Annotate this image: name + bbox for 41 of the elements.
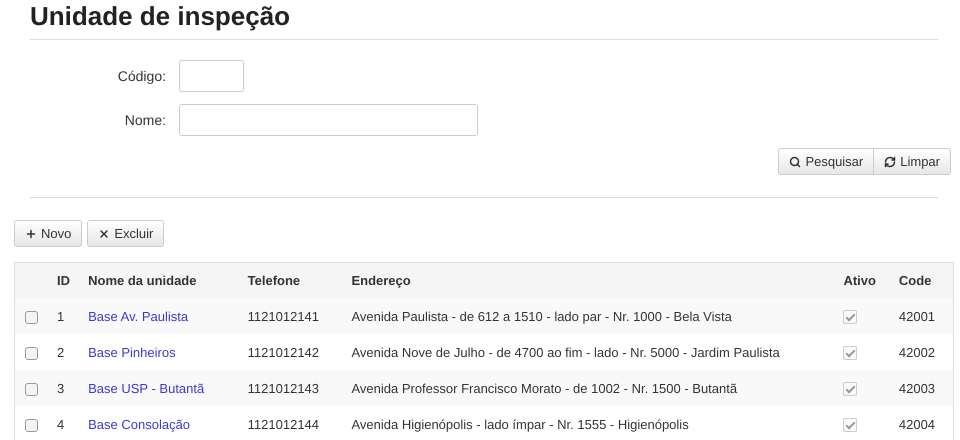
table-cell: 2: [57, 344, 64, 360]
unit-link[interactable]: Base Pinheiros: [88, 344, 176, 360]
table-cell: 1121012141: [248, 308, 320, 324]
delete-button[interactable]: Excluir: [87, 220, 164, 247]
clear-button[interactable]: Limpar: [873, 148, 951, 175]
table-cell: Avenida Paulista - de 612 a 1510 - lado par - Nr. 1000 - Bela Vista: [351, 308, 732, 324]
table-cell: Avenida Professor Francisco Morato - de 1002 - Nr. 1500 - Butantã: [351, 380, 738, 396]
close-icon: [98, 228, 110, 240]
column-header: Telefone: [248, 273, 300, 288]
table-cell: 42001: [898, 308, 936, 324]
column-header: Endereço: [351, 273, 411, 288]
table-cell: 3: [57, 380, 64, 396]
field-label: Código:: [116, 68, 166, 84]
search-icon: [789, 156, 802, 168]
input-field[interactable]: [179, 60, 244, 92]
table-cell: Avenida Nove de Julho - de 4700 ao fim - lado - Nr. 5000 - Jardim Paulista: [351, 344, 780, 360]
page-title: Unidade de inspeção: [30, 0, 292, 32]
refresh-icon: [884, 156, 896, 168]
row-checkbox[interactable]: [25, 310, 38, 324]
table-cell: 4: [57, 416, 64, 432]
row-checkbox[interactable]: [25, 346, 38, 360]
plus-icon: [25, 228, 37, 240]
table-cell: 42004: [898, 416, 936, 432]
column-header: ID: [57, 273, 70, 288]
search-button[interactable]: Pesquisar: [778, 148, 874, 175]
table-cell: Avenida Higienópolis - lado ímpar - Nr. 1555 - Higienópolis: [351, 416, 689, 432]
field-label: Nome:: [124, 112, 166, 128]
table-cell: 42002: [898, 344, 936, 360]
row-checkbox[interactable]: [25, 418, 38, 432]
table-cell: 1121012142: [248, 344, 320, 360]
new-button[interactable]: Novo: [14, 220, 82, 247]
column-header: Nome da unidade: [88, 273, 196, 288]
column-header: Ativo: [843, 273, 876, 288]
table-cell: 1: [57, 308, 64, 324]
table-cell: 1121012143: [248, 380, 320, 396]
row-checkbox[interactable]: [25, 382, 38, 396]
table-cell: 42003: [898, 380, 936, 396]
unit-link[interactable]: Base Consolação: [88, 416, 190, 432]
input-field[interactable]: [179, 104, 478, 136]
column-header: Code: [898, 273, 932, 288]
table-cell: 1121012144: [248, 416, 320, 432]
